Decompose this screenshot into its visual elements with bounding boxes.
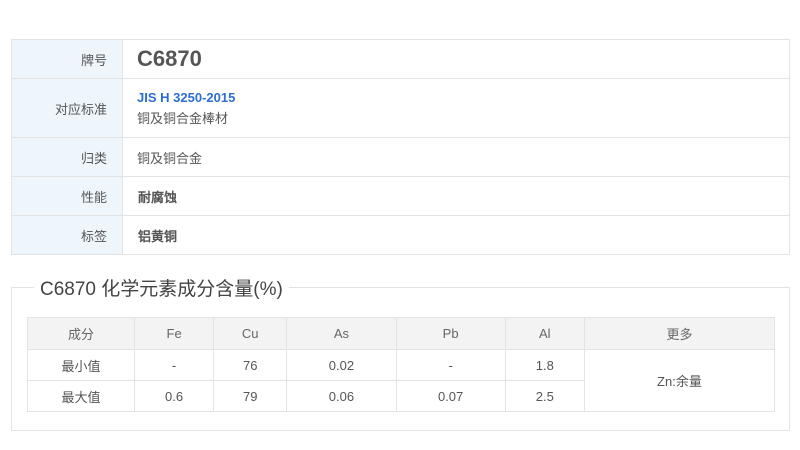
table-cell: 0.6	[133, 380, 215, 412]
composition-title: C6870 化学元素成分含量(%)	[34, 274, 289, 301]
tag-label: 标签	[12, 216, 123, 254]
category-row: 归类 铜及铜合金	[12, 138, 789, 177]
table-cell: -	[133, 349, 215, 381]
grade-value: C6870	[137, 46, 202, 71]
table-cell: 0.06	[286, 380, 397, 412]
tag-value-cell: 铝黄铜	[123, 216, 789, 254]
category-label: 归类	[12, 138, 123, 176]
table-cell: 1.8	[504, 349, 585, 381]
grade-value-cell: C6870	[123, 40, 789, 78]
standard-label: 对应标准	[12, 79, 123, 137]
table-cell: 79	[213, 380, 288, 412]
tag-row: 标签 铝黄铜	[12, 216, 789, 254]
header-cell: Cu	[213, 317, 288, 350]
header-cell: 更多	[583, 317, 776, 350]
standard-value-cell: JIS H 3250-2015 铜及铜合金棒材	[123, 79, 789, 137]
category-value-cell: 铜及铜合金	[123, 138, 789, 176]
property-value[interactable]: 耐腐蚀	[137, 187, 789, 206]
more-cell: Zn:余量	[583, 349, 776, 412]
grade-label: 牌号	[12, 40, 123, 78]
header-cell: Al	[504, 317, 585, 350]
table-cell: 2.5	[504, 380, 585, 412]
table-cell: 0.02	[286, 349, 397, 381]
header-cell: 成分	[27, 317, 135, 350]
table-cell: 0.07	[395, 380, 506, 412]
row-label: 最大值	[27, 380, 135, 412]
info-table: 牌号 C6870 对应标准 JIS H 3250-2015 铜及铜合金棒材 归类…	[11, 39, 790, 255]
header-cell: As	[286, 317, 397, 350]
property-row: 性能 耐腐蚀	[12, 177, 789, 216]
property-value-cell: 耐腐蚀	[123, 177, 789, 215]
property-label: 性能	[12, 177, 123, 215]
tag-value[interactable]: 铝黄铜	[137, 226, 789, 245]
header-cell: Pb	[395, 317, 506, 350]
header-cell: Fe	[133, 317, 215, 350]
standard-desc: 铜及铜合金棒材	[137, 110, 229, 126]
table-cell: 76	[213, 349, 288, 381]
category-value: 铜及铜合金	[137, 150, 203, 166]
standard-row: 对应标准 JIS H 3250-2015 铜及铜合金棒材	[12, 79, 789, 138]
composition-table: 成分 Fe Cu As Pb Al 更多 最小值 - 76 0.02 - 1.8…	[27, 317, 776, 412]
composition-header-row: 成分 Fe Cu As Pb Al 更多	[27, 317, 776, 350]
table-row: 最小值 - 76 0.02 - 1.8 Zn:余量	[27, 349, 776, 412]
grade-row: 牌号 C6870	[12, 40, 789, 79]
table-cell: -	[395, 349, 506, 381]
row-label: 最小值	[27, 349, 135, 381]
standard-link[interactable]: JIS H 3250-2015	[137, 90, 789, 105]
